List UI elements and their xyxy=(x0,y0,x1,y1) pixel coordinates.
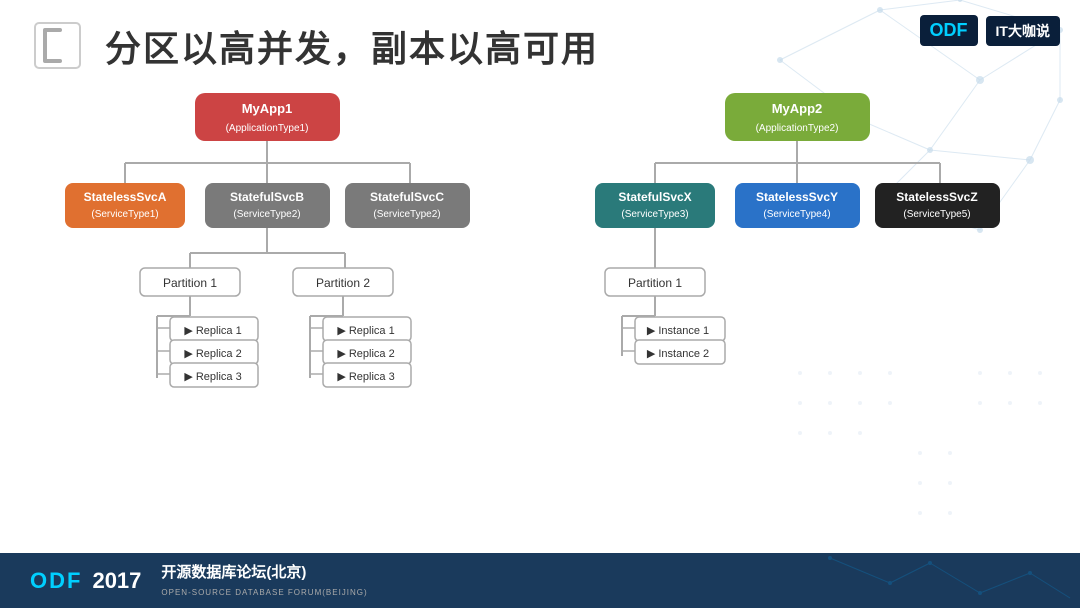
svg-text:Partition 1: Partition 1 xyxy=(628,276,682,290)
main-content: MyApp1 (ApplicationType1) StatelessSvcA … xyxy=(0,83,1080,458)
svg-text:▶ Replica 2: ▶ Replica 2 xyxy=(184,348,241,360)
svg-text:▶ Replica 1: ▶ Replica 1 xyxy=(337,325,394,337)
footer-subtitle: OPEN-SOURCE DATABASE FORUM(BEIJING) xyxy=(161,588,367,597)
svg-text:MyApp1: MyApp1 xyxy=(242,101,293,116)
svg-text:(ServiceType2): (ServiceType2) xyxy=(233,209,300,220)
slide-title: 分区以高并发，副本以高可用 xyxy=(105,20,599,72)
odf-logo: ODF xyxy=(930,20,968,41)
svg-text:Partition 1: Partition 1 xyxy=(163,276,217,290)
top-logos: ODF IT大咖说 xyxy=(920,15,1060,46)
right-diagram: MyApp2 (ApplicationType2) StatefulSvcX (… xyxy=(560,88,1050,458)
left-diagram-svg: MyApp1 (ApplicationType1) StatelessSvcA … xyxy=(45,88,505,458)
footer-title: 开源数据库论坛(北京) xyxy=(161,564,306,581)
footer: ODF 2017 开源数据库论坛(北京) OPEN-SOURCE DATABAS… xyxy=(0,553,1080,608)
header: 分区以高并发，副本以高可用 ODF IT大咖说 xyxy=(0,0,1080,83)
svg-text:(ServiceType4): (ServiceType4) xyxy=(763,209,830,220)
svg-text:(ServiceType5): (ServiceType5) xyxy=(903,209,970,220)
svg-text:(ServiceType1): (ServiceType1) xyxy=(91,209,158,220)
svg-text:(ServiceType3): (ServiceType3) xyxy=(621,209,688,220)
svg-text:StatelessSvcA: StatelessSvcA xyxy=(84,190,167,204)
svg-text:▶ Replica 3: ▶ Replica 3 xyxy=(337,371,394,383)
svg-text:(ApplicationType2): (ApplicationType2) xyxy=(756,123,839,134)
left-diagram: MyApp1 (ApplicationType1) StatelessSvcA … xyxy=(30,88,520,458)
footer-text-block: 开源数据库论坛(北京) OPEN-SOURCE DATABASE FORUM(B… xyxy=(161,561,367,600)
svg-text:Partition 2: Partition 2 xyxy=(316,276,370,290)
bracket-logo xyxy=(30,18,85,73)
footer-year: 2017 xyxy=(92,568,141,594)
it-logo: IT大咖说 xyxy=(996,23,1050,39)
svg-text:▶ Instance 2: ▶ Instance 2 xyxy=(647,348,709,360)
svg-text:▶ Replica 1: ▶ Replica 1 xyxy=(184,325,241,337)
svg-text:StatefulSvcB: StatefulSvcB xyxy=(230,190,304,204)
footer-bg-svg xyxy=(730,553,1080,608)
svg-text:StatefulSvcX: StatefulSvcX xyxy=(618,190,691,204)
svg-text:▶ Replica 3: ▶ Replica 3 xyxy=(184,371,241,383)
svg-text:StatefulSvcC: StatefulSvcC xyxy=(370,190,444,204)
svg-text:▶ Replica 2: ▶ Replica 2 xyxy=(337,348,394,360)
footer-logo: ODF 2017 开源数据库论坛(北京) OPEN-SOURCE DATABAS… xyxy=(30,561,368,600)
svg-text:StatelessSvcZ: StatelessSvcZ xyxy=(896,190,977,204)
svg-text:(ApplicationType1): (ApplicationType1) xyxy=(226,123,309,134)
footer-odf: ODF xyxy=(30,568,82,594)
svg-text:StatelessSvcY: StatelessSvcY xyxy=(756,190,838,204)
svg-text:(ServiceType2): (ServiceType2) xyxy=(373,209,440,220)
svg-text:MyApp2: MyApp2 xyxy=(772,101,823,116)
svg-text:▶ Instance 1: ▶ Instance 1 xyxy=(647,325,709,337)
right-diagram-svg: MyApp2 (ApplicationType2) StatefulSvcX (… xyxy=(575,88,1035,458)
